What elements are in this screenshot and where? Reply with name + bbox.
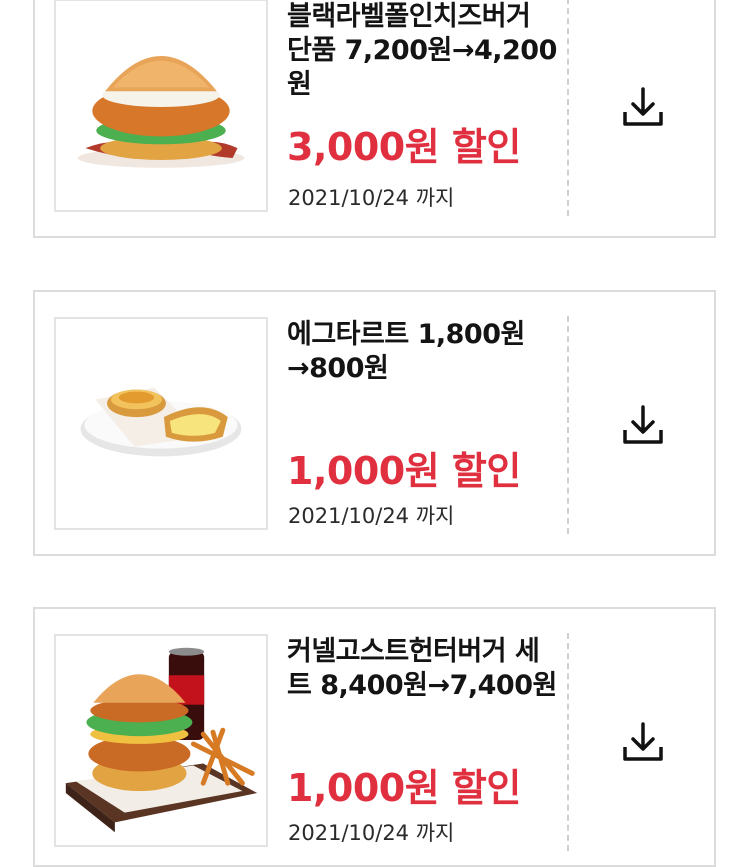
coupon-card: 블랙라벨폴인치즈버거 단품 7,200원→4,200원 3,000원 할인 20… [33, 0, 716, 238]
discount-amount: 1,000원 할인 [287, 449, 521, 493]
coupon-title: 블랙라벨폴인치즈버거 단품 7,200원→4,200원 [287, 1, 557, 100]
burger-image [54, 0, 268, 212]
expiry-date: 2021/10/24 까지 [288, 186, 455, 210]
coupon-title: 에그타르트 1,800원 →800원 [287, 319, 525, 384]
discount-amount: 1,000원 할인 [287, 766, 521, 810]
coupon-card: 커넬고스트헌터버거 세트 8,400원→7,400원 1,000원 할인 202… [33, 607, 716, 867]
coupon-card: 에그타르트 1,800원 →800원 1,000원 할인 2021/10/24 … [33, 290, 716, 556]
coupon-title: 커넬고스트헌터버거 세트 8,400원→7,400원 [287, 636, 557, 701]
download-icon [623, 405, 663, 444]
dashed-divider [567, 0, 569, 216]
download-button[interactable] [622, 86, 664, 130]
download-icon [623, 87, 663, 126]
expiry-date: 2021/10/24 까지 [288, 504, 455, 528]
dashed-divider [567, 633, 569, 851]
expiry-date: 2021/10/24 까지 [288, 821, 455, 845]
egg-tart-image [54, 317, 268, 530]
dashed-divider [567, 316, 569, 534]
download-button[interactable] [622, 721, 664, 765]
download-button[interactable] [622, 404, 664, 448]
download-icon [623, 722, 663, 761]
discount-amount: 3,000원 할인 [287, 125, 521, 169]
burger-set-image [54, 634, 268, 847]
